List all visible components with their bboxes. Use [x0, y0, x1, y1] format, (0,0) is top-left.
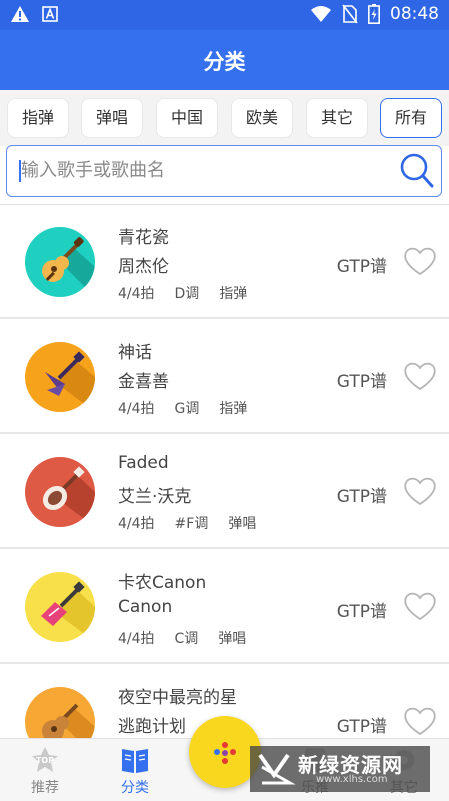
song-artist: 艾兰·沃克 — [118, 487, 192, 507]
song-title: Faded — [118, 453, 169, 473]
song-style: 指弹 — [219, 286, 248, 302]
no-sim-icon — [342, 4, 358, 24]
song-title: 卡农Canon — [118, 573, 207, 593]
book-icon — [122, 749, 148, 773]
watermark-url: www.xlhs.com — [316, 774, 388, 785]
favorite-heart-icon[interactable] — [403, 475, 437, 507]
divider — [0, 662, 449, 664]
battery-charging-icon — [368, 4, 380, 24]
song-key: G调 — [174, 401, 200, 417]
song-title: 神话 — [118, 343, 152, 363]
song-style: 指弹 — [219, 401, 248, 417]
song-key: #F调 — [174, 516, 209, 532]
song-meter: 4/4拍 — [118, 631, 155, 647]
favorite-heart-icon[interactable] — [403, 590, 437, 622]
text-a-icon — [42, 6, 58, 22]
filter-chip-row: 指弹 弹唱 中国 欧美 其它 所有 — [0, 90, 449, 146]
nav-item-recommend[interactable]: TOP 推荐 — [0, 739, 90, 801]
song-format: GTP谱 — [336, 602, 387, 622]
page-title: 分类 — [203, 50, 246, 74]
song-artist: Canon — [118, 597, 173, 617]
filter-chip-strum-sing[interactable]: 弹唱 — [81, 98, 143, 138]
song-meter: 4/4拍 — [118, 286, 155, 302]
status-time: 08:48 — [390, 4, 439, 24]
song-key: D调 — [174, 286, 200, 302]
song-list-item[interactable]: 神话 金喜善 4/4拍 G调 指弹 GTP谱 — [0, 320, 449, 434]
song-list-item[interactable]: 青花瓷 周杰伦 4/4拍 D调 指弹 GTP谱 — [0, 205, 449, 319]
song-meta: 4/4拍 #F调 弹唱 — [118, 513, 256, 533]
search-icon[interactable] — [399, 152, 435, 190]
song-format: GTP谱 — [336, 372, 387, 392]
watermark: 新绿资源网 www.xlhs.com — [250, 746, 430, 792]
song-meter: 4/4拍 — [118, 401, 155, 417]
filter-chip-fingerstyle[interactable]: 指弹 — [7, 98, 69, 138]
svg-text:TOP: TOP — [36, 756, 54, 765]
search-input[interactable] — [21, 146, 391, 194]
filter-chip-all[interactable]: 所有 — [380, 98, 442, 138]
favorite-heart-icon[interactable] — [403, 705, 437, 737]
song-title: 青花瓷 — [118, 228, 169, 248]
song-format: GTP谱 — [336, 487, 387, 507]
song-key: C调 — [174, 631, 199, 647]
divider — [0, 547, 449, 549]
hollow-body-guitar-icon — [25, 457, 95, 527]
song-list-item[interactable]: Faded 艾兰·沃克 4/4拍 #F调 弹唱 GTP谱 — [0, 435, 449, 549]
song-format: GTP谱 — [336, 717, 387, 737]
nav-label: 推荐 — [31, 780, 59, 796]
song-meta: 4/4拍 C调 弹唱 — [118, 628, 246, 648]
song-title: 夜空中最亮的星 — [118, 688, 237, 708]
favorite-heart-icon[interactable] — [403, 360, 437, 392]
song-meter: 4/4拍 — [118, 516, 155, 532]
song-meta: 4/4拍 G调 指弹 — [118, 398, 247, 418]
nav-item-category[interactable]: 分类 — [90, 739, 180, 801]
song-list-item[interactable]: 卡农Canon Canon 4/4拍 C调 弹唱 GTP谱 — [0, 550, 449, 664]
song-artist: 金喜善 — [118, 372, 169, 392]
flying-v-guitar-icon — [25, 342, 95, 412]
song-format: GTP谱 — [336, 257, 387, 277]
favorite-heart-icon[interactable] — [403, 245, 437, 277]
filter-chip-china[interactable]: 中国 — [156, 98, 218, 138]
electric-guitar-icon — [25, 572, 95, 642]
divider — [0, 317, 449, 319]
filter-chip-other[interactable]: 其它 — [306, 98, 368, 138]
song-artist: 逃跑计划 — [118, 717, 186, 737]
app-bar: 分类 — [0, 30, 449, 90]
watermark-logo-icon — [258, 753, 296, 785]
song-style: 弹唱 — [228, 516, 257, 532]
song-style: 弹唱 — [218, 631, 247, 647]
filter-chip-western[interactable]: 欧美 — [231, 98, 293, 138]
warning-icon — [11, 6, 29, 22]
nav-label: 分类 — [121, 780, 149, 796]
top-badge-icon: TOP — [32, 747, 58, 772]
acoustic-guitar-icon — [25, 227, 95, 297]
divider — [0, 432, 449, 434]
song-meta: 4/4拍 D调 指弹 — [118, 283, 247, 303]
song-artist: 周杰伦 — [118, 257, 169, 277]
search-box — [6, 145, 442, 197]
wifi-icon — [311, 6, 331, 22]
status-bar: 08:48 — [0, 0, 449, 30]
